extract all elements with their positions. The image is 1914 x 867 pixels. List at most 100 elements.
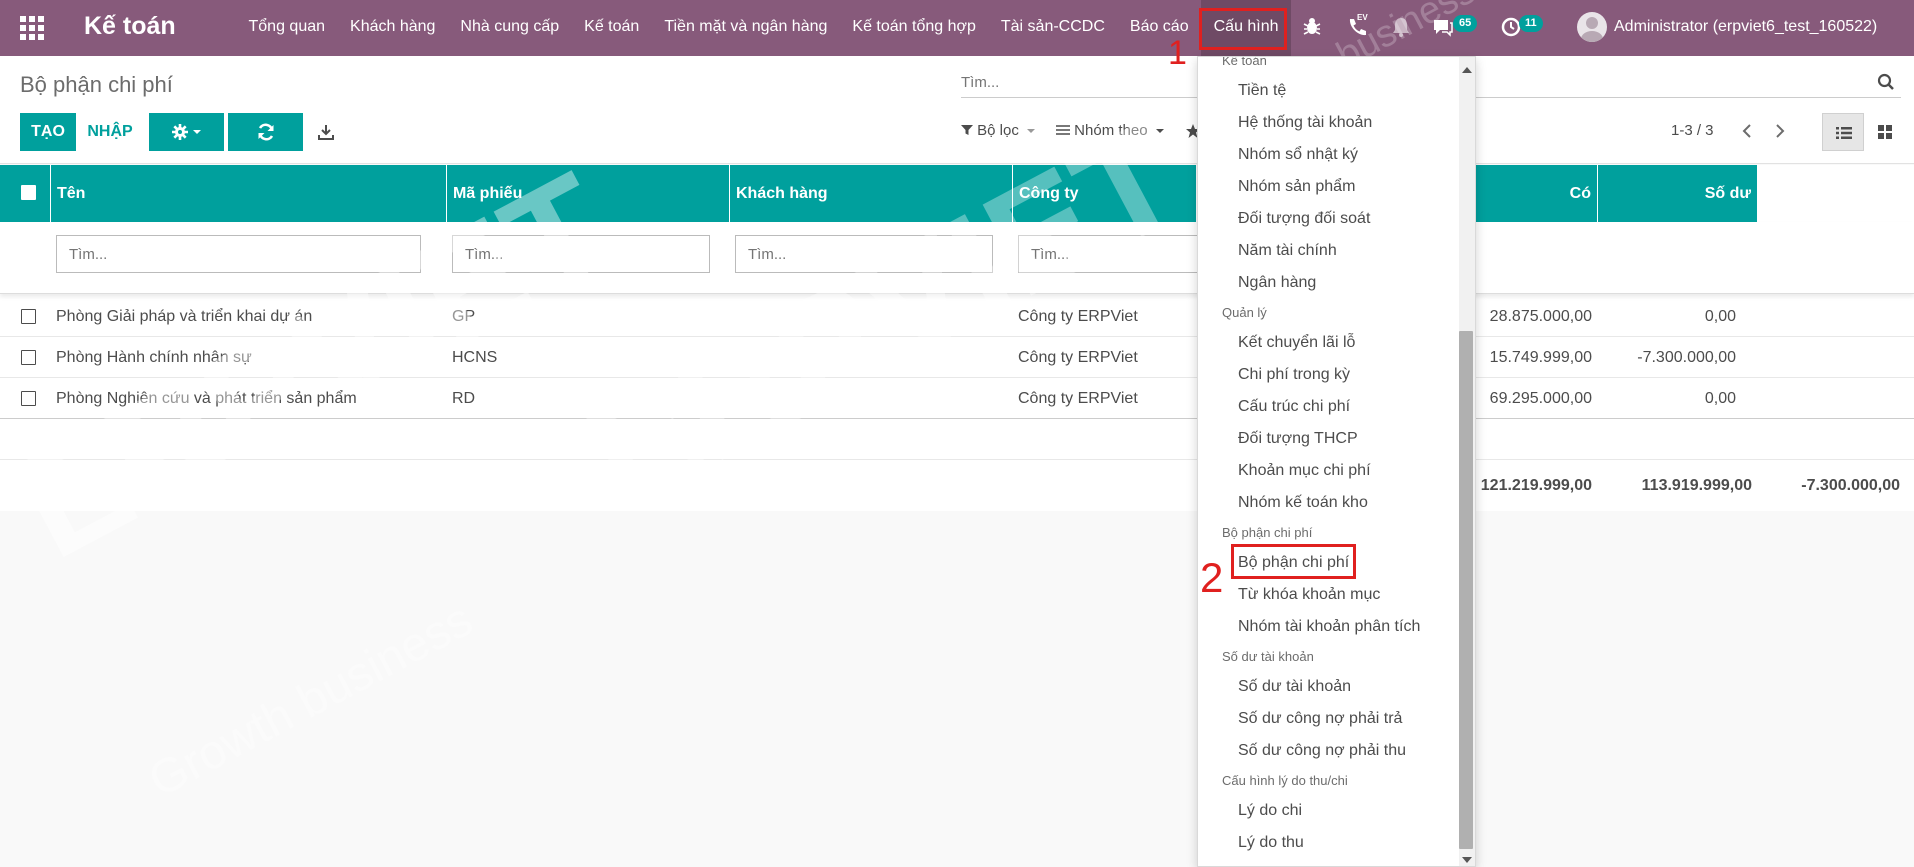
kanban-view-icon — [1878, 125, 1892, 139]
download-button[interactable] — [314, 113, 338, 151]
dropdown-item-he-thong-tai-khoan[interactable]: Hệ thống tài khoản — [1238, 114, 1372, 132]
dropdown-item-doi-tuong-thcp[interactable]: Đối tượng THCP — [1238, 430, 1358, 448]
row-checkbox[interactable] — [21, 350, 36, 365]
column-header-credit[interactable]: Có — [1476, 165, 1598, 222]
menu-tong-quan[interactable]: Tổng quan — [236, 0, 338, 56]
gear-icon — [171, 124, 201, 140]
dropdown-section-so-du-tai-khoan: Số dư tài khoản — [1222, 649, 1314, 664]
cell-credit: 69.295.000,00 — [1489, 390, 1592, 407]
cell-name: Phòng Giải pháp và triển khai dự án — [56, 308, 313, 325]
column-header-name[interactable]: Tên — [51, 165, 447, 222]
header-select-cell — [0, 165, 51, 222]
dropdown-item-doi-tuong-doi-soat[interactable]: Đối tượng đối soát — [1238, 210, 1370, 228]
table-row[interactable]: Phòng Nghiên cứu và phát triển sản phẩm … — [0, 378, 1914, 419]
table-row[interactable]: Phòng Hành chính nhân sự HCNS Công ty ER… — [0, 337, 1914, 378]
dropdown-item-nhom-ke-toan-kho[interactable]: Nhóm kế toán kho — [1238, 494, 1368, 512]
cell-code: GP — [452, 308, 476, 325]
filter-icon — [961, 125, 973, 135]
dropdown-section-bo-phan-chi-phi: Bộ phận chi phí — [1222, 525, 1313, 540]
cell-credit: 15.749.999,00 — [1489, 349, 1592, 366]
column-header-balance[interactable]: Số dư — [1598, 165, 1757, 222]
pager-value[interactable]: 1-3 / 3 — [1671, 122, 1714, 139]
filter-input-name[interactable] — [56, 235, 421, 273]
cell-name: Phòng Nghiên cứu và phát triển sản phẩm — [56, 390, 357, 407]
search-icon[interactable] — [1877, 73, 1895, 91]
total-credit-2: 113.919.999,00 — [1641, 477, 1752, 494]
menu-khach-hang[interactable]: Khách hàng — [338, 0, 448, 56]
dropdown-item-nhom-tai-khoan-phan-tich[interactable]: Nhóm tài khoản phân tích — [1238, 618, 1420, 636]
scroll-down-arrow-icon[interactable] — [1462, 857, 1472, 863]
bug-icon[interactable] — [1301, 16, 1323, 38]
scroll-up-arrow-icon[interactable] — [1462, 67, 1472, 73]
dropdown-item-so-du-cong-no-phai-thu[interactable]: Số dư công nợ phải thu — [1238, 742, 1406, 760]
dropdown-item-so-du-cong-no-phai-tra[interactable]: Số dư công nợ phải trả — [1238, 710, 1402, 728]
list-icon — [1056, 125, 1070, 135]
action-gear-button[interactable] — [149, 113, 224, 151]
dropdown-item-khoan-muc-chi-phi[interactable]: Khoản mục chi phí — [1238, 462, 1371, 480]
create-button[interactable]: TẠO — [20, 113, 76, 151]
filter-input-code[interactable] — [452, 235, 710, 273]
table-header: Tên Mã phiếu Khách hàng Công ty Có Số dư — [0, 165, 1757, 222]
column-header-customer[interactable]: Khách hàng — [730, 165, 1013, 222]
app-name[interactable]: Kế toán — [84, 12, 176, 41]
column-header-code[interactable]: Mã phiếu — [447, 165, 730, 222]
total-balance: -7.300.000,00 — [1801, 477, 1900, 494]
menu-tien-mat-ngan-hang[interactable]: Tiền mặt và ngân hàng — [652, 0, 840, 56]
bell-icon[interactable] — [1390, 16, 1412, 38]
dropdown-item-nhom-san-pham[interactable]: Nhóm sản phẩm — [1238, 178, 1355, 196]
dropdown-item-tien-te[interactable]: Tiền tệ — [1238, 82, 1286, 100]
download-icon — [318, 125, 334, 140]
dropdown-item-cau-truc-chi-phi[interactable]: Cấu trúc chi phí — [1238, 398, 1350, 416]
dropdown-item-tu-khoa-khoan-muc[interactable]: Từ khóa khoản mục — [1238, 586, 1380, 604]
column-header-company[interactable]: Công ty — [1013, 165, 1197, 222]
avatar[interactable] — [1577, 12, 1607, 42]
dropdown-item-ngan-hang[interactable]: Ngân hàng — [1238, 274, 1316, 292]
dropdown-section-ke-toan: Kế toán — [1222, 56, 1267, 68]
list-view-icon — [1836, 127, 1852, 139]
groupby-dropdown[interactable]: Nhóm theo — [1056, 122, 1165, 139]
filter-dropdown[interactable]: Bộ lọc — [961, 122, 1036, 139]
apps-grid-icon[interactable] — [20, 16, 44, 40]
cell-balance: 0,00 — [1704, 308, 1736, 325]
refresh-button[interactable] — [228, 113, 303, 151]
menu-tai-san-ccdc[interactable]: Tài sản-CCDC — [988, 0, 1117, 56]
page-title: Bộ phận chi phí — [20, 72, 173, 97]
filter-input-company[interactable] — [1018, 235, 1198, 273]
filter-input-customer[interactable] — [735, 235, 993, 273]
dropdown-item-nam-tai-chinh[interactable]: Năm tài chính — [1238, 242, 1337, 260]
dropdown-item-ly-do-chi[interactable]: Lý do chi — [1238, 802, 1302, 820]
menu-ke-toan-tong-hop[interactable]: Kế toán tổng hợp — [840, 0, 988, 56]
activities-badge: 11 — [1519, 15, 1543, 32]
cell-code: HCNS — [452, 349, 498, 366]
chevron-left-icon[interactable] — [1740, 122, 1754, 140]
row-checkbox[interactable] — [21, 309, 36, 324]
table-row[interactable]: Phòng Giải pháp và triển khai dự án GP C… — [0, 296, 1914, 337]
dropdown-scroll-thumb[interactable] — [1459, 331, 1473, 849]
dropdown-item-chi-phi-trong-ky[interactable]: Chi phí trong kỳ — [1238, 366, 1350, 384]
menu-bao-cao[interactable]: Báo cáo — [1117, 0, 1201, 56]
cell-code: RD — [452, 390, 476, 407]
dropdown-item-ket-chuyen-lai-lo[interactable]: Kết chuyển lãi lỗ — [1238, 334, 1355, 352]
kanban-view-button[interactable] — [1864, 113, 1906, 151]
chevron-right-icon[interactable] — [1773, 122, 1787, 140]
dropdown-section-ly-do-thu-chi: Cấu hình lý do thu/chi — [1222, 773, 1348, 788]
menu-ke-toan[interactable]: Kế toán — [572, 0, 652, 56]
messages-badge: 65 — [1453, 15, 1478, 32]
ev-label: EV — [1357, 13, 1368, 22]
config-dropdown-menu: Kế toán Tiền tệ Hệ thống tài khoản Nhóm … — [1197, 56, 1476, 867]
select-all-checkbox[interactable] — [21, 185, 36, 200]
chat-icon[interactable] — [1432, 16, 1454, 38]
menu-nha-cung-cap[interactable]: Nhà cung cấp — [448, 0, 572, 56]
user-menu[interactable]: Administrator (erpviet6_test_160522) — [1614, 18, 1877, 36]
caret-down-icon — [1155, 129, 1164, 133]
dropdown-item-ly-do-thu[interactable]: Lý do thu — [1238, 834, 1304, 852]
import-button[interactable]: NHẬP — [82, 113, 138, 151]
list-view-button[interactable] — [1822, 113, 1864, 151]
cell-balance: -7.300.000,00 — [1637, 349, 1736, 366]
dropdown-item-so-du-tai-khoan[interactable]: Số dư tài khoản — [1238, 678, 1351, 696]
dropdown-item-nhom-so-nhat-ky[interactable]: Nhóm sổ nhật ký — [1238, 146, 1358, 164]
row-checkbox[interactable] — [21, 391, 36, 406]
cell-company: Công ty ERPViet — [1018, 308, 1138, 325]
menu-cau-hinh[interactable]: Cấu hình — [1201, 0, 1292, 56]
dropdown-item-bo-phan-chi-phi[interactable]: Bộ phận chi phí — [1238, 554, 1349, 572]
